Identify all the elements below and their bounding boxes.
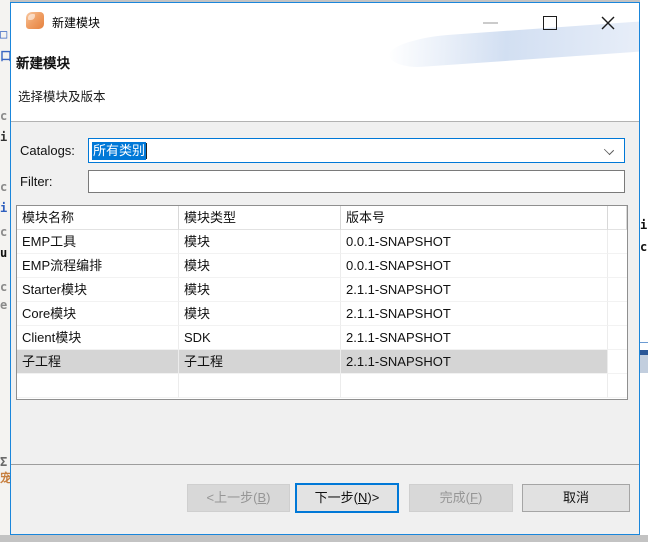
module-name-cell: EMP流程编排 (17, 254, 179, 278)
page-title: 新建模块 (16, 56, 70, 71)
table-row[interactable]: Starter模块 模块 2.1.1-SNAPSHOT (17, 278, 627, 302)
spacer-cell (608, 230, 627, 254)
cancel-button[interactable]: 取消 (522, 484, 630, 512)
table-row-empty (17, 374, 627, 398)
module-name-cell: Starter模块 (17, 278, 179, 302)
filter-input[interactable] (88, 170, 625, 193)
chevron-down-icon[interactable] (603, 144, 615, 156)
column-header-spacer (608, 206, 627, 230)
wizard-header: 新建模块 新建模块 选择模块及版本 (11, 3, 639, 122)
cancel-button-label: 取消 (562, 490, 589, 505)
finish-button: 完成(F) (409, 484, 513, 512)
bg-text-fragment: c (0, 109, 8, 123)
module-type-cell: 模块 (179, 230, 341, 254)
text-cursor (146, 143, 147, 159)
version-cell (341, 374, 608, 398)
bg-text-fragment: i (0, 201, 8, 215)
module-name-cell (17, 374, 179, 398)
version-cell: 2.1.1-SNAPSHOT (341, 326, 608, 350)
catalogs-select[interactable]: 所有类别 (88, 138, 625, 163)
bg-text-fragment: c (0, 280, 8, 294)
spacer-cell (608, 254, 627, 278)
module-type-cell (179, 374, 341, 398)
module-table-body: EMP工具 模块 0.0.1-SNAPSHOT EMP流程编排 模块 0.0.1-SNAP… (17, 230, 627, 398)
window-title: 新建模块 (52, 16, 101, 30)
version-cell: 2.1.1-SNAPSHOT (341, 350, 608, 374)
filter-label: Filter: (20, 174, 53, 189)
bg-text-fragment: u (0, 246, 8, 260)
spacer-cell (608, 374, 627, 398)
bg-text-fragment: 口 (0, 49, 10, 63)
column-header-type[interactable]: 模块类型 (179, 206, 341, 230)
back-button: <上一步(B) (187, 484, 290, 512)
module-name-cell: Client模块 (17, 326, 179, 350)
module-name-cell: 子工程 (17, 350, 179, 374)
bg-text-fragment: i (640, 218, 648, 232)
background-selection-block (640, 355, 648, 373)
bg-text-fragment: i (0, 130, 8, 144)
bg-text-fragment: c (0, 180, 8, 194)
button-separator (11, 464, 639, 465)
catalogs-selected-value: 所有类别 (92, 142, 147, 160)
module-name-cell: EMP工具 (17, 230, 179, 254)
page-subtitle: 选择模块及版本 (18, 90, 106, 104)
table-row[interactable]: 子工程 子工程 2.1.1-SNAPSHOT (17, 350, 627, 374)
module-type-cell: 子工程 (179, 350, 341, 374)
table-row[interactable]: EMP工具 模块 0.0.1-SNAPSHOT (17, 230, 627, 254)
module-type-cell: 模块 (179, 254, 341, 278)
new-module-dialog: 新建模块 新建模块 选择模块及版本 Catalogs: 所有类别 Filter: (10, 2, 640, 535)
close-button[interactable] (600, 15, 616, 31)
bg-text-fragment: 宠 (0, 471, 10, 485)
column-header-version[interactable]: 版本号 (341, 206, 608, 230)
bg-text-fragment: c (640, 240, 648, 254)
bg-text-fragment: □ (0, 27, 8, 41)
minimize-icon (483, 22, 498, 24)
spacer-cell (608, 302, 627, 326)
module-table[interactable]: 模块名称 模块类型 版本号 EMP工具 模块 0.0.1-SNAPSHOT EMP流程… (16, 205, 628, 400)
table-row[interactable]: Core模块 模块 2.1.1-SNAPSHOT (17, 302, 627, 326)
version-cell: 2.1.1-SNAPSHOT (341, 278, 608, 302)
spacer-cell (608, 326, 627, 350)
next-button-label: 下一步( (314, 490, 359, 505)
background-rule-line (640, 342, 648, 343)
finish-button-label: 完成( (439, 490, 471, 505)
back-button-label: <上一步( (206, 490, 258, 505)
title-bar[interactable]: 新建模块 (11, 3, 639, 39)
wizard-icon (26, 12, 44, 29)
spacer-cell (608, 278, 627, 302)
spacer-cell (608, 350, 627, 374)
next-button[interactable]: 下一步(N)> (295, 483, 399, 513)
bg-text-fragment: Σ (0, 455, 8, 469)
version-cell: 2.1.1-SNAPSHOT (341, 302, 608, 326)
background-editor-right: ic (640, 0, 648, 535)
maximize-button[interactable] (543, 16, 557, 30)
module-type-cell: SDK (179, 326, 341, 350)
module-type-cell: 模块 (179, 278, 341, 302)
table-header-row[interactable]: 模块名称 模块类型 版本号 (17, 206, 627, 230)
bg-text-fragment: c (0, 225, 8, 239)
module-type-cell: 模块 (179, 302, 341, 326)
module-name-cell: Core模块 (17, 302, 179, 326)
background-editor-left: □ 口 c i c i c u c e Σ 宠 (0, 0, 10, 535)
version-cell: 0.0.1-SNAPSHOT (341, 230, 608, 254)
bg-text-fragment: e (0, 298, 8, 312)
table-row[interactable]: EMP流程编排 模块 0.0.1-SNAPSHOT (17, 254, 627, 278)
catalogs-label: Catalogs: (20, 143, 75, 158)
screen: □ 口 c i c i c u c e Σ 宠 ic 新建模块 新建模块 选择模块及版本 (0, 0, 648, 542)
table-row[interactable]: Client模块 SDK 2.1.1-SNAPSHOT (17, 326, 627, 350)
close-icon (601, 16, 615, 30)
version-cell: 0.0.1-SNAPSHOT (341, 254, 608, 278)
column-header-name[interactable]: 模块名称 (17, 206, 179, 230)
